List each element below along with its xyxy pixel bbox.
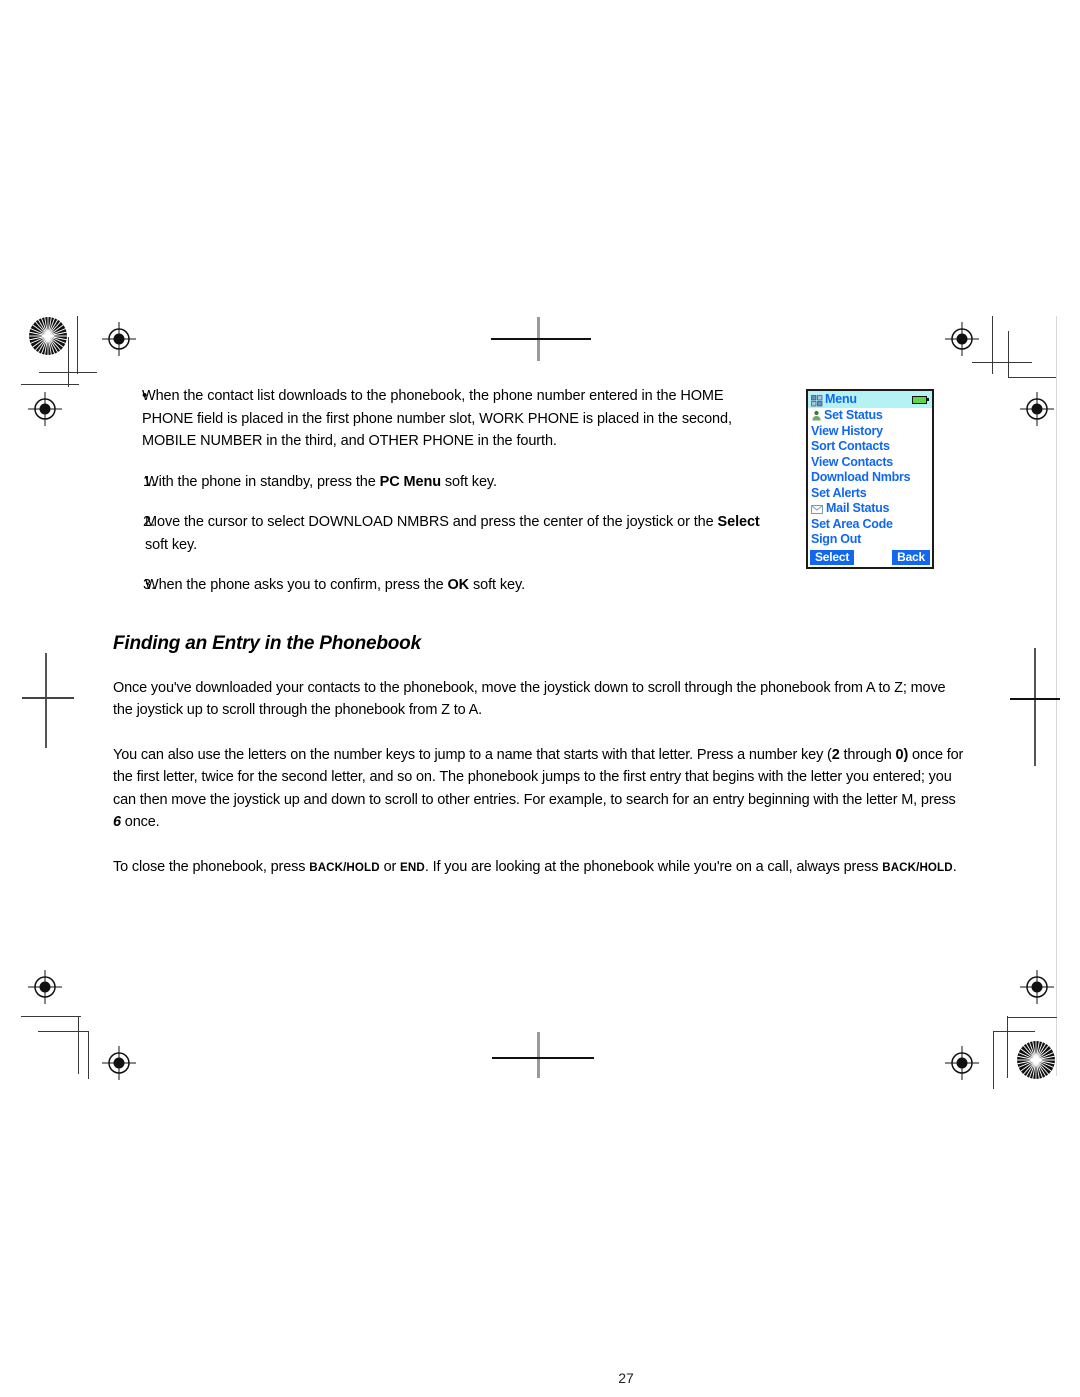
registration-target-icon bbox=[1020, 392, 1054, 426]
crop-mark-line bbox=[993, 1031, 994, 1089]
menu-grid-icon bbox=[811, 394, 823, 406]
menu-item-label: Set Alerts bbox=[811, 485, 867, 500]
crop-mark-line bbox=[22, 697, 74, 699]
menu-item-label: View History bbox=[811, 423, 883, 438]
menu-item-download-nmbrs[interactable]: Download Nmbrs bbox=[811, 470, 932, 486]
crop-mark-line bbox=[78, 1016, 79, 1074]
registration-target-icon bbox=[28, 970, 62, 1004]
menu-item-view-contacts[interactable]: View Contacts bbox=[811, 455, 932, 471]
menu-item-label: Set Status bbox=[824, 408, 883, 422]
step-number: 1. bbox=[143, 473, 156, 490]
crop-mark-line bbox=[77, 316, 78, 374]
menu-item-mail-status[interactable]: Mail Status bbox=[811, 501, 932, 517]
menu-item-sign-out[interactable]: Sign Out bbox=[811, 532, 932, 548]
menu-item-sort-contacts[interactable]: Sort Contacts bbox=[811, 439, 932, 455]
step-text: When the phone asks you to confirm, pres… bbox=[145, 577, 525, 593]
crop-mark-line bbox=[1056, 316, 1057, 1076]
registration-target-icon bbox=[945, 322, 979, 356]
crop-mark-line bbox=[68, 337, 69, 387]
battery-icon bbox=[912, 395, 929, 404]
step-text: With the phone in standby, press the PC … bbox=[145, 473, 497, 490]
step-text: Move the cursor to select DOWNLOAD NMBRS… bbox=[145, 514, 760, 553]
crop-mark-line bbox=[1007, 1017, 1057, 1018]
menu-item-view-history[interactable]: View History bbox=[811, 424, 932, 440]
crop-mark-line bbox=[21, 384, 79, 385]
paragraph-1: Once you've downloaded your contacts to … bbox=[113, 679, 946, 719]
bullet-marker: • bbox=[142, 387, 148, 404]
phone-menu-list: Set Status View History Sort Contacts Vi… bbox=[808, 408, 932, 548]
phone-screen-illustration: Menu Set Status View History Sort Contac… bbox=[806, 389, 934, 569]
menu-item-label: Download Nmbrs bbox=[811, 470, 911, 484]
paragraph-2: You can also use the letters on the numb… bbox=[113, 746, 964, 831]
registration-target-icon bbox=[28, 392, 62, 426]
step-number: 2. bbox=[143, 514, 156, 530]
menu-item-label: Mail Status bbox=[826, 501, 890, 515]
page-title: Finding an Entry in the Phonebook bbox=[113, 632, 421, 654]
crop-mark-line bbox=[993, 1031, 1035, 1032]
crop-mark-line bbox=[38, 1031, 88, 1032]
crop-mark-line bbox=[1007, 1016, 1008, 1078]
registration-target-icon bbox=[102, 1046, 136, 1080]
step-number: 3. bbox=[143, 577, 156, 593]
menu-item-set-alerts[interactable]: Set Alerts bbox=[811, 486, 932, 502]
menu-item-set-status[interactable]: Set Status bbox=[811, 408, 932, 424]
crop-mark-line bbox=[1008, 377, 1056, 378]
crop-mark-line bbox=[492, 1057, 594, 1059]
page-number: 27 bbox=[618, 1370, 634, 1386]
crop-mark-line bbox=[972, 362, 1032, 363]
crop-mark-line bbox=[1034, 648, 1036, 766]
envelope-icon bbox=[811, 503, 824, 515]
select-button[interactable]: Select bbox=[810, 550, 855, 565]
registration-target-icon bbox=[945, 1046, 979, 1080]
crop-mark-line bbox=[491, 338, 591, 340]
registration-rosette-top-left bbox=[28, 316, 68, 356]
menu-item-set-area-code[interactable]: Set Area Code bbox=[811, 517, 932, 533]
list-item: 3. When the phone asks you to confirm, p… bbox=[105, 574, 965, 597]
bullet-text: When the contact list downloads to the p… bbox=[142, 388, 732, 449]
menu-item-label: Sort Contacts bbox=[811, 439, 890, 453]
menu-item-label: View Contacts bbox=[811, 454, 893, 469]
crop-mark-line bbox=[45, 653, 47, 748]
menu-item-label: Set Area Code bbox=[811, 516, 893, 531]
registration-target-icon bbox=[102, 322, 136, 356]
back-button[interactable]: Back bbox=[892, 550, 930, 565]
crop-mark-line bbox=[992, 316, 993, 374]
crop-mark-line bbox=[1008, 331, 1009, 377]
crop-mark-line bbox=[1010, 698, 1060, 700]
phone-screen-header: Menu bbox=[808, 391, 932, 408]
phone-softkey-bar: Select Back bbox=[808, 550, 932, 565]
crop-mark-line bbox=[88, 1031, 89, 1079]
paragraph-3: To close the phonebook, press BACK/HOLD … bbox=[113, 858, 957, 875]
phone-screen-title: Menu bbox=[825, 392, 857, 406]
registration-rosette-bottom-right bbox=[1016, 1040, 1056, 1080]
registration-target-icon bbox=[1020, 970, 1054, 1004]
menu-item-label: Sign Out bbox=[811, 532, 862, 546]
person-icon bbox=[811, 410, 822, 421]
crop-mark-line bbox=[537, 1032, 540, 1078]
crop-mark-line bbox=[21, 1016, 81, 1017]
